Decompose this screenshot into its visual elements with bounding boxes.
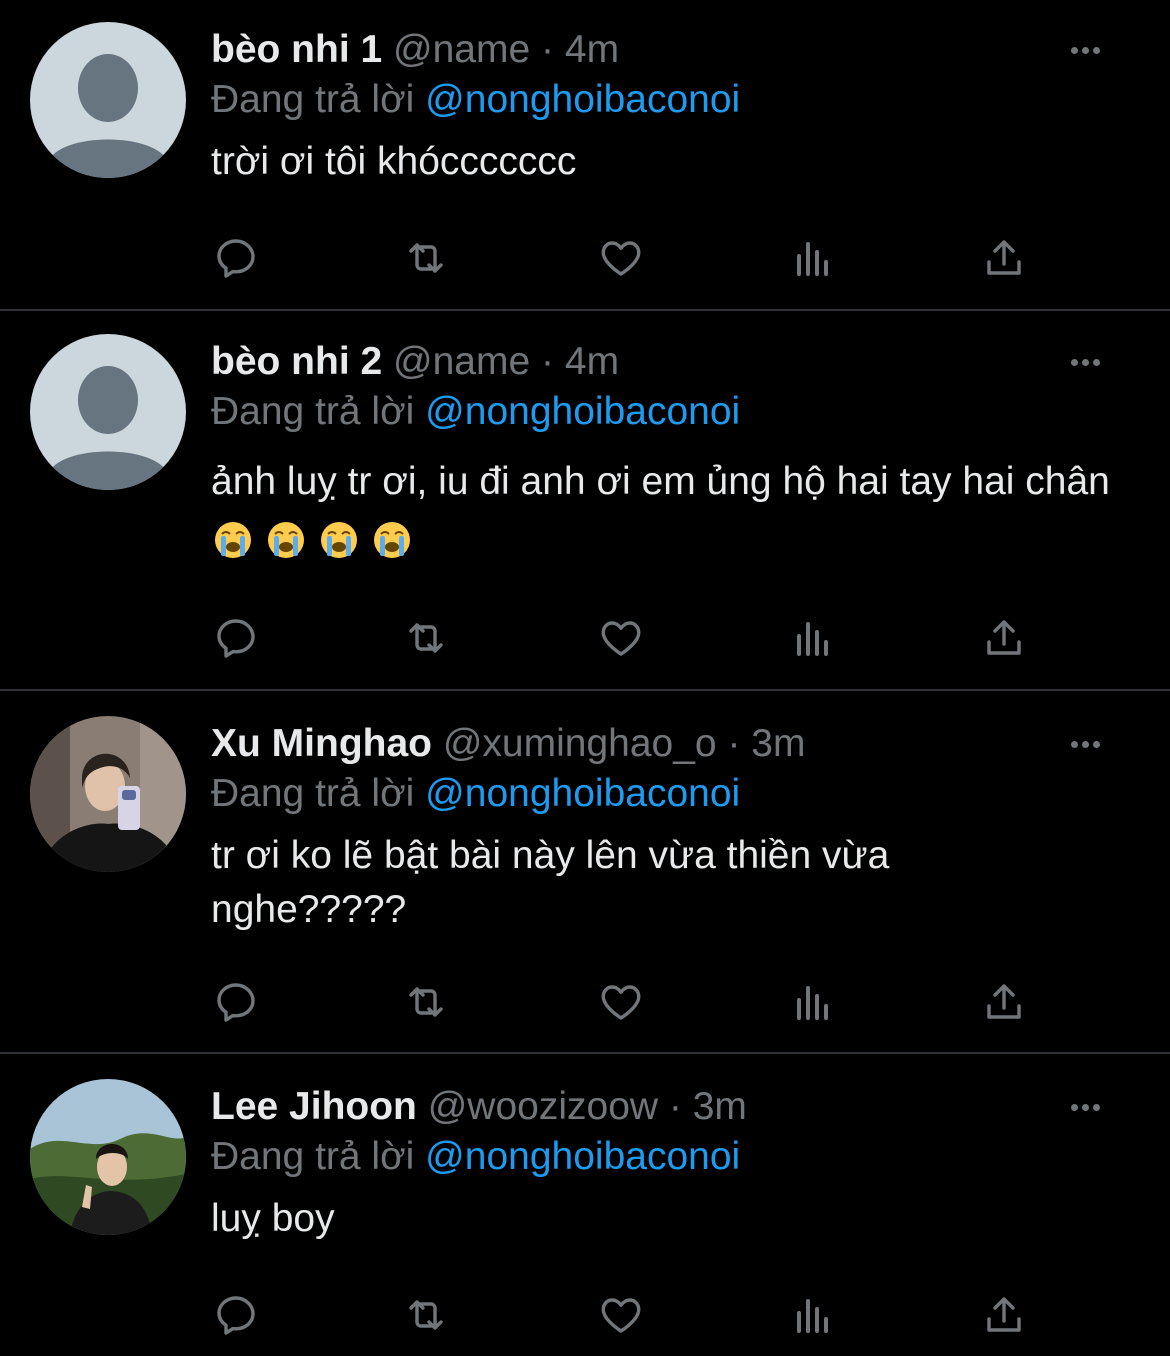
emoji-group [211, 520, 412, 563]
replying-to: Đang trả lời @nonghoibaconoi [211, 764, 740, 824]
avatar[interactable] [30, 716, 186, 872]
tweet[interactable]: bèo nhi 1 @name · 4m Đang trả lời @nongh… [0, 22, 1170, 312]
views-icon[interactable] [783, 608, 843, 668]
timestamp[interactable]: 4m [565, 340, 619, 383]
display-name[interactable]: bèo nhi 1 [211, 28, 382, 71]
loudly-crying-face-emoji [268, 522, 304, 558]
share-icon[interactable] [974, 972, 1034, 1032]
mention-link[interactable]: @nonghoibaconoi [425, 772, 740, 815]
tweet[interactable]: Xu Minghao @xuminghao_o · 3m Đang trả lờ… [0, 716, 1170, 1046]
reply-icon[interactable] [206, 228, 266, 288]
display-name[interactable]: Xu Minghao [211, 722, 432, 765]
share-icon[interactable] [974, 608, 1034, 668]
action-bar [206, 972, 1036, 1032]
like-icon[interactable] [591, 228, 651, 288]
retweet-icon[interactable] [396, 228, 456, 288]
replying-prefix: Đang trả lời [211, 390, 415, 433]
action-bar [206, 608, 1036, 668]
tweet[interactable]: Lee Jihoon @woozizoow · 3m Đang trả lời … [0, 1079, 1170, 1356]
replying-to: Đang trả lời @nonghoibaconoi [211, 70, 740, 130]
loudly-crying-face-emoji [321, 522, 357, 558]
action-bar [206, 1285, 1036, 1345]
tweet-text: luỵ boy [211, 1197, 335, 1240]
handle[interactable]: @xuminghao_o [443, 722, 717, 765]
separator: · [727, 722, 741, 765]
avatar[interactable] [30, 334, 186, 490]
action-bar [206, 228, 1036, 288]
views-icon[interactable] [783, 1285, 843, 1345]
loudly-crying-face-emoji [215, 522, 251, 558]
reply-icon[interactable] [206, 1285, 266, 1345]
loudly-crying-face-emoji [374, 522, 410, 558]
separator: · [668, 1085, 682, 1128]
replying-to: Đang trả lời @nonghoibaconoi [211, 382, 740, 442]
retweet-icon[interactable] [396, 1285, 456, 1345]
share-icon[interactable] [974, 228, 1034, 288]
more-options-icon[interactable] [1065, 714, 1105, 774]
tweet-text: tr ơi ko lẽ bật bài này lên vừa thiền vừ… [211, 834, 890, 931]
timestamp[interactable]: 3m [693, 1085, 747, 1128]
separator: · [541, 28, 555, 71]
retweet-icon[interactable] [396, 608, 456, 668]
like-icon[interactable] [591, 608, 651, 668]
timestamp[interactable]: 3m [751, 722, 805, 765]
reply-icon[interactable] [206, 608, 266, 668]
more-options-icon[interactable] [1065, 332, 1105, 392]
display-name[interactable]: Lee Jihoon [211, 1085, 417, 1128]
divider [0, 309, 1170, 311]
mention-link[interactable]: @nonghoibaconoi [425, 78, 740, 121]
more-options-icon[interactable] [1065, 1077, 1105, 1137]
handle[interactable]: @woozizoow [428, 1085, 658, 1128]
replying-to: Đang trả lời @nonghoibaconoi [211, 1127, 740, 1187]
replying-prefix: Đang trả lời [211, 1135, 415, 1178]
handle[interactable]: @name [393, 28, 530, 71]
replying-prefix: Đang trả lời [211, 772, 415, 815]
handle[interactable]: @name [393, 340, 530, 383]
reply-icon[interactable] [206, 972, 266, 1032]
avatar[interactable] [30, 22, 186, 178]
mention-link[interactable]: @nonghoibaconoi [425, 390, 740, 433]
more-options-icon[interactable] [1065, 20, 1105, 80]
views-icon[interactable] [783, 228, 843, 288]
separator: · [541, 340, 555, 383]
mention-link[interactable]: @nonghoibaconoi [425, 1135, 740, 1178]
divider [0, 689, 1170, 691]
share-icon[interactable] [974, 1285, 1034, 1345]
timestamp[interactable]: 4m [565, 28, 619, 71]
like-icon[interactable] [591, 972, 651, 1032]
tweet-text: trời ơi tôi khóccccccc [211, 140, 577, 183]
tweet[interactable]: bèo nhi 2 @name · 4m Đang trả lời @nongh… [0, 334, 1170, 684]
tweet-text: ảnh luỵ tr ơi, iu đi anh ơi em ủng hộ ha… [211, 460, 1110, 503]
tweet-text-container: ảnh luỵ tr ơi, iu đi anh ơi em ủng hộ ha… [211, 452, 1120, 572]
views-icon[interactable] [783, 972, 843, 1032]
like-icon[interactable] [591, 1285, 651, 1345]
divider [0, 1052, 1170, 1054]
replying-prefix: Đang trả lời [211, 78, 415, 121]
display-name[interactable]: bèo nhi 2 [211, 340, 382, 383]
retweet-icon[interactable] [396, 972, 456, 1032]
avatar[interactable] [30, 1079, 186, 1235]
